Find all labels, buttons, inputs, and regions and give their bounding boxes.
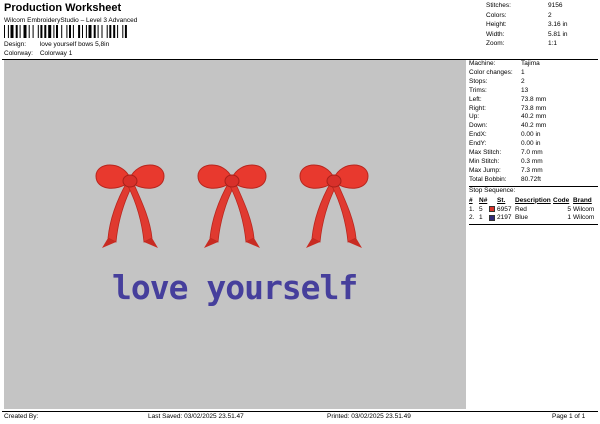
barcode	[4, 25, 127, 38]
stat-max-stitch: Max Stitch: 7.0 mm	[469, 149, 543, 157]
stat-min-stitch: Min Stitch: 0.3 mm	[469, 157, 543, 165]
stat-stops: Stops: 2	[469, 77, 525, 85]
stop-sequence-title: Stop Sequence:	[469, 186, 516, 194]
stat-color-changes: Color changes: 1	[469, 68, 525, 76]
color-swatch-red	[489, 205, 495, 212]
last-saved: Last Saved: 03/02/2025 23.51.47	[148, 413, 244, 420]
stat-zoom: Zoom: 1:1	[486, 40, 558, 48]
stat-left: Left: 73.8 mm	[469, 95, 547, 103]
stat-trims: Trims: 13	[469, 86, 529, 94]
stop-row: 1. 5 6957 Red 5 Wilcom	[469, 205, 595, 213]
bow-center	[197, 164, 267, 249]
stop-sequence-header: # N# St. Description Code Brand	[469, 196, 592, 204]
machine-stats: Machine: Tajima Color changes: 1 Stops: 2 T…	[469, 60, 598, 226]
colorway-value: Colorway 1	[39, 50, 73, 57]
stat-height: Height: 3.16 in	[486, 21, 568, 29]
created-by: Created By:	[4, 413, 39, 420]
stat-colors: Colors: 2	[486, 11, 552, 19]
stat-machine: Machine: Tajima	[469, 60, 540, 67]
printed-date: Printed: 03/02/2025 23.51.49	[327, 413, 411, 420]
stat-endx: EndX: 0.00 in	[469, 131, 541, 139]
bow-right	[299, 164, 369, 249]
stat-width: Width: 5.81 in	[486, 30, 568, 38]
stop-sequence-divider	[469, 224, 598, 226]
stat-right: Right: 73.8 mm	[469, 104, 547, 112]
design-row: Design: love yourself bows 5,8in	[4, 41, 109, 48]
stat-up: Up: 40.2 mm	[469, 113, 547, 121]
stat-total-bobbin: Total Bobbin: 80.72ft	[469, 175, 541, 183]
stat-down: Down: 40.2 mm	[469, 122, 547, 130]
footer-divider	[2, 411, 598, 412]
color-swatch-blue	[489, 214, 495, 221]
design-text: love yourself	[112, 268, 358, 307]
colorway-row: Colorway: Colorway 1	[4, 50, 72, 57]
stat-max-jump: Max Jump: 7.3 mm	[469, 166, 543, 174]
software-subtitle: Wilcom EmbroideryStudio – Level 3 Advanc…	[4, 17, 138, 24]
bow-left	[95, 164, 165, 249]
colorway-label: Colorway:	[4, 50, 33, 57]
design-preview	[4, 60, 466, 409]
page-title: Production Worksheet	[4, 2, 122, 14]
stop-row: 2. 1 2197 Blue 1 Wilcom	[469, 214, 595, 222]
top-stats: Stitches: 9156 Colors: 2 Height: 3.16 in Wi…	[486, 1, 568, 49]
bows-artwork	[95, 164, 369, 249]
stat-endy: EndY: 0.00 in	[469, 140, 541, 148]
design-label: Design:	[4, 41, 27, 48]
stat-stitches: Stitches: 9156	[486, 2, 563, 9]
page-number: Page 1 of 1	[552, 413, 586, 420]
design-value: love yourself bows 5,8in	[39, 41, 110, 48]
